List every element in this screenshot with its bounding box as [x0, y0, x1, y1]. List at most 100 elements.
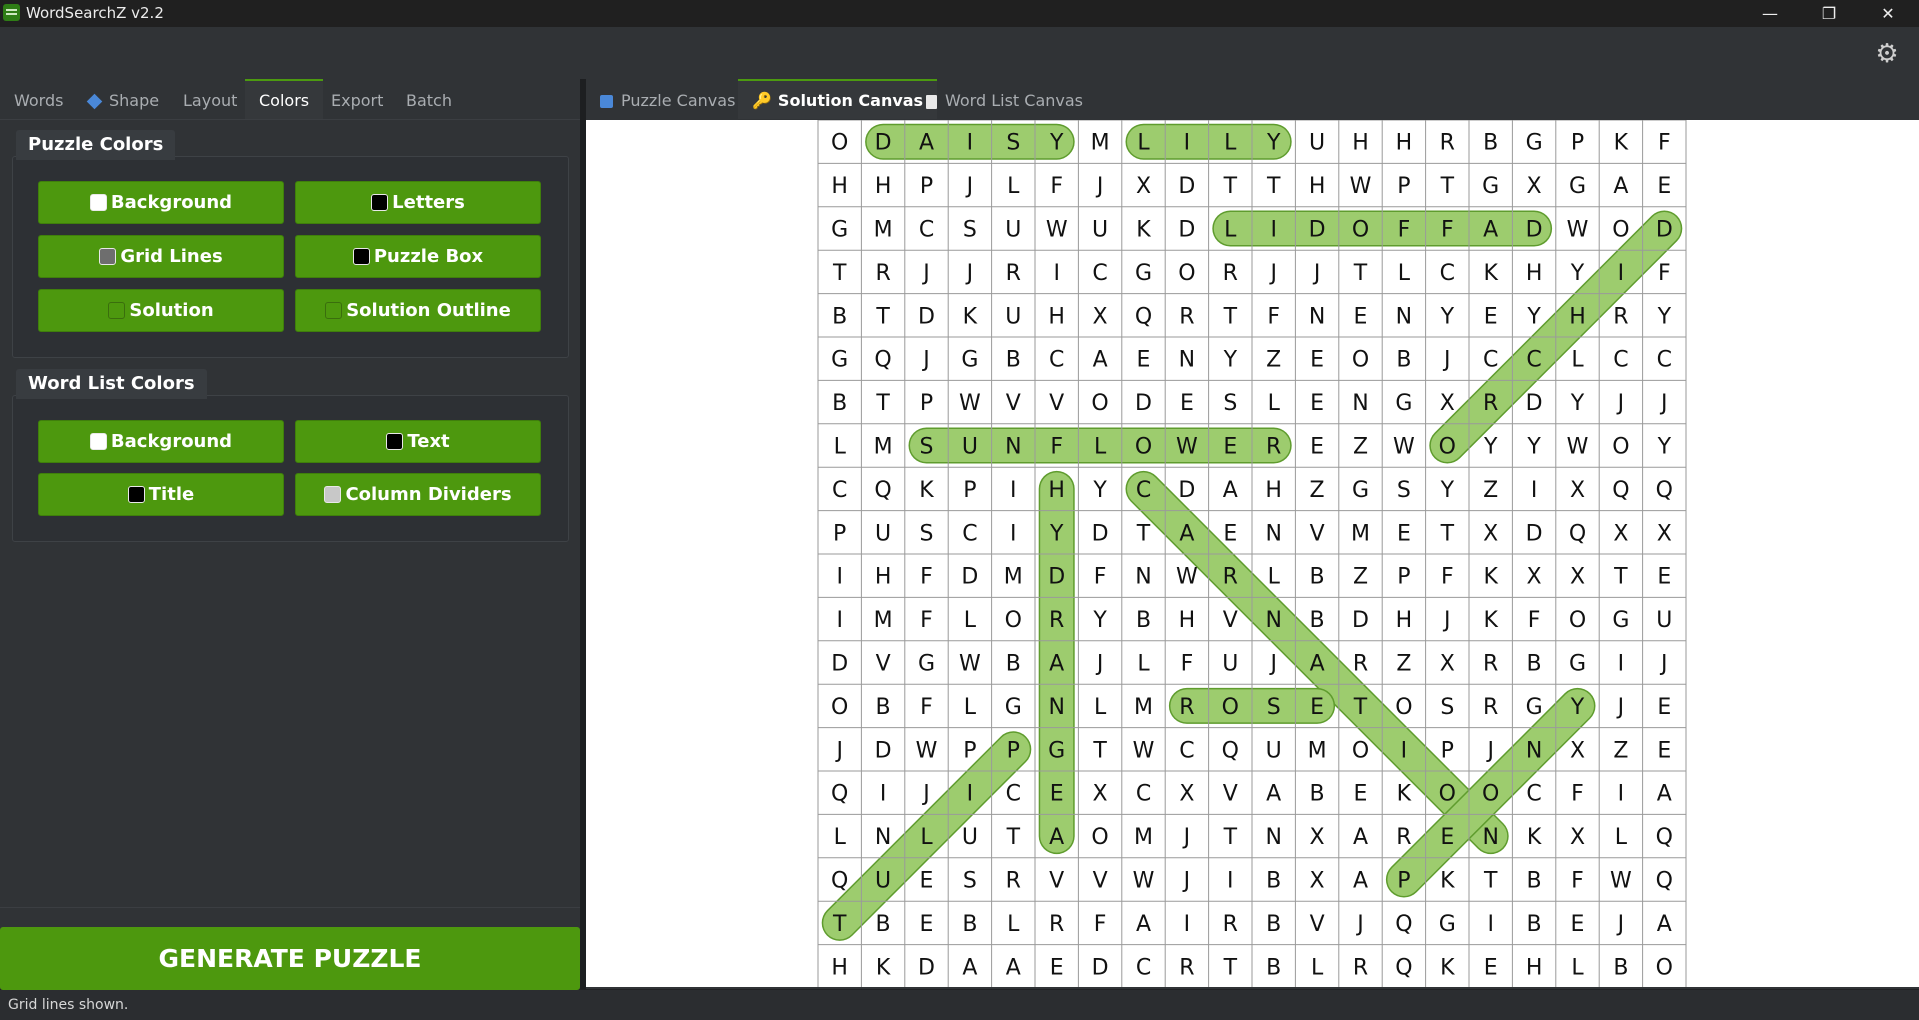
tab-label: Colors [259, 91, 310, 110]
grid-letter: F [1050, 174, 1063, 199]
grid-letter: I [1010, 478, 1017, 503]
grid-letter: G [1526, 695, 1543, 720]
grid-letter: O [1482, 782, 1499, 807]
color-swatch-icon [386, 433, 404, 450]
grid-letter: C [1136, 782, 1151, 807]
grid-letter: I [1618, 652, 1625, 677]
grid-letter: Y [1657, 304, 1672, 329]
puzzle-background-color-button[interactable]: Background [38, 181, 284, 224]
tab-colors[interactable]: Colors [245, 79, 324, 119]
grid-letter: X [1570, 565, 1585, 590]
button-label: Column Dividers [345, 484, 512, 505]
grid-letter: E [1484, 304, 1498, 329]
grid-letter: Q [1222, 738, 1239, 763]
grid-letter: B [1527, 652, 1542, 677]
grid-letter: T [1223, 955, 1238, 980]
grid-letter: K [1527, 825, 1542, 850]
color-swatch-icon [89, 433, 107, 450]
grid-letter: L [834, 435, 847, 460]
close-button[interactable]: ✕ [1865, 0, 1911, 27]
solution-outline-color-button[interactable]: Solution Outline [295, 289, 541, 332]
grid-letter: C [832, 478, 847, 503]
grid-letter: J [921, 782, 930, 807]
grid-letter: A [1266, 782, 1281, 807]
text-color-button[interactable]: Text [295, 420, 541, 463]
solution-canvas[interactable]: ODAISYMLILYUHHRBGPKFHHPJLFJXDTTHWPTGXGAE… [586, 119, 1919, 989]
grid-letter: Y [1092, 608, 1107, 633]
grid-letter: X [1093, 782, 1108, 807]
grid-letter: R [1049, 608, 1064, 633]
button-label: Letters [392, 192, 465, 213]
grid-letter: N [1135, 565, 1151, 590]
button-label: Background [110, 431, 233, 452]
tab-words[interactable]: Words [0, 79, 77, 119]
grid-letter: D [961, 565, 978, 590]
minimize-button[interactable]: — [1747, 0, 1793, 27]
tab-puzzle-canvas[interactable]: Puzzle Canvas [586, 79, 749, 119]
grid-letter: U [1222, 652, 1238, 677]
grid-letter: G [1005, 695, 1022, 720]
grid-letter: Y [1092, 478, 1107, 503]
grid-letter: T [832, 912, 847, 937]
button-label: Text [407, 431, 450, 452]
grid-letter: I [1270, 218, 1277, 243]
grid-letter: P [1441, 738, 1454, 763]
letters-color-button[interactable]: Letters [295, 181, 541, 224]
grid-letter: N [1526, 738, 1542, 763]
settings-gear-icon[interactable]: ⚙ [1872, 39, 1902, 69]
tab-batch[interactable]: Batch [392, 79, 466, 119]
tab-label: Shape [109, 91, 160, 110]
grid-letter: S [1223, 391, 1237, 416]
grid-letter: S [1440, 695, 1454, 720]
grid-letter: Y [1440, 478, 1455, 503]
grid-letter: M [1004, 565, 1023, 590]
tab-word-list-canvas[interactable]: Word List Canvas [912, 79, 1097, 119]
button-label: Grid Lines [120, 246, 223, 267]
grid-letter: G [1395, 391, 1412, 416]
generate-puzzle-button[interactable]: GENERATE PUZZLE [0, 927, 580, 990]
grid-letter: Q [1569, 521, 1586, 546]
grid-letter: J [921, 261, 930, 286]
tab-layout[interactable]: Layout [169, 79, 251, 119]
title-bar: WordSearchZ v2.2 — ❐ ✕ [0, 0, 1919, 27]
grid-letter: F [1181, 652, 1194, 677]
grid-letter: L [1224, 131, 1237, 156]
grid-letter: A [1049, 825, 1064, 850]
grid-letter: U [875, 869, 891, 894]
grid-letter: I [1531, 478, 1538, 503]
grid-letter: W [959, 652, 981, 677]
grid-letter: L [1571, 955, 1584, 980]
grid-letter: Y [1570, 261, 1585, 286]
grid-letter: F [1658, 131, 1671, 156]
grid-letter: Y [1570, 695, 1585, 720]
grid-letter: X [1570, 738, 1585, 763]
restore-button[interactable]: ❐ [1806, 0, 1852, 27]
document-icon [926, 94, 937, 109]
word-list-background-color-button[interactable]: Background [38, 420, 284, 463]
grid-letter: C [1613, 348, 1628, 373]
grid-letter: A [1006, 955, 1021, 980]
grid-letter: Y [1223, 348, 1238, 373]
grid-letter: I [967, 131, 974, 156]
tab-export[interactable]: Export [317, 79, 397, 119]
grid-letter: W [1610, 869, 1632, 894]
grid-lines-color-button[interactable]: Grid Lines [38, 235, 284, 278]
solution-color-button[interactable]: Solution [38, 289, 284, 332]
column-dividers-color-button[interactable]: Column Dividers [295, 473, 541, 516]
grid-letter: L [1137, 131, 1150, 156]
puzzle-box-color-button[interactable]: Puzzle Box [295, 235, 541, 278]
grid-letter: H [1526, 955, 1543, 980]
grid-letter: V [1310, 521, 1325, 546]
grid-letter: I [1010, 521, 1017, 546]
title-color-button[interactable]: Title [38, 473, 284, 516]
grid-letter: Y [1483, 435, 1498, 460]
grid-letter: C [1526, 782, 1541, 807]
grid-letter: R [1613, 304, 1628, 329]
tab-shape[interactable]: Shape [75, 79, 173, 119]
grid-letter: X [1570, 825, 1585, 850]
grid-letter: N [1265, 825, 1281, 850]
grid-letter: X [1527, 174, 1542, 199]
grid-letter: W [1350, 174, 1372, 199]
tab-solution-canvas[interactable]: 🔑 Solution Canvas [738, 79, 938, 119]
grid-letter: E [1050, 782, 1064, 807]
